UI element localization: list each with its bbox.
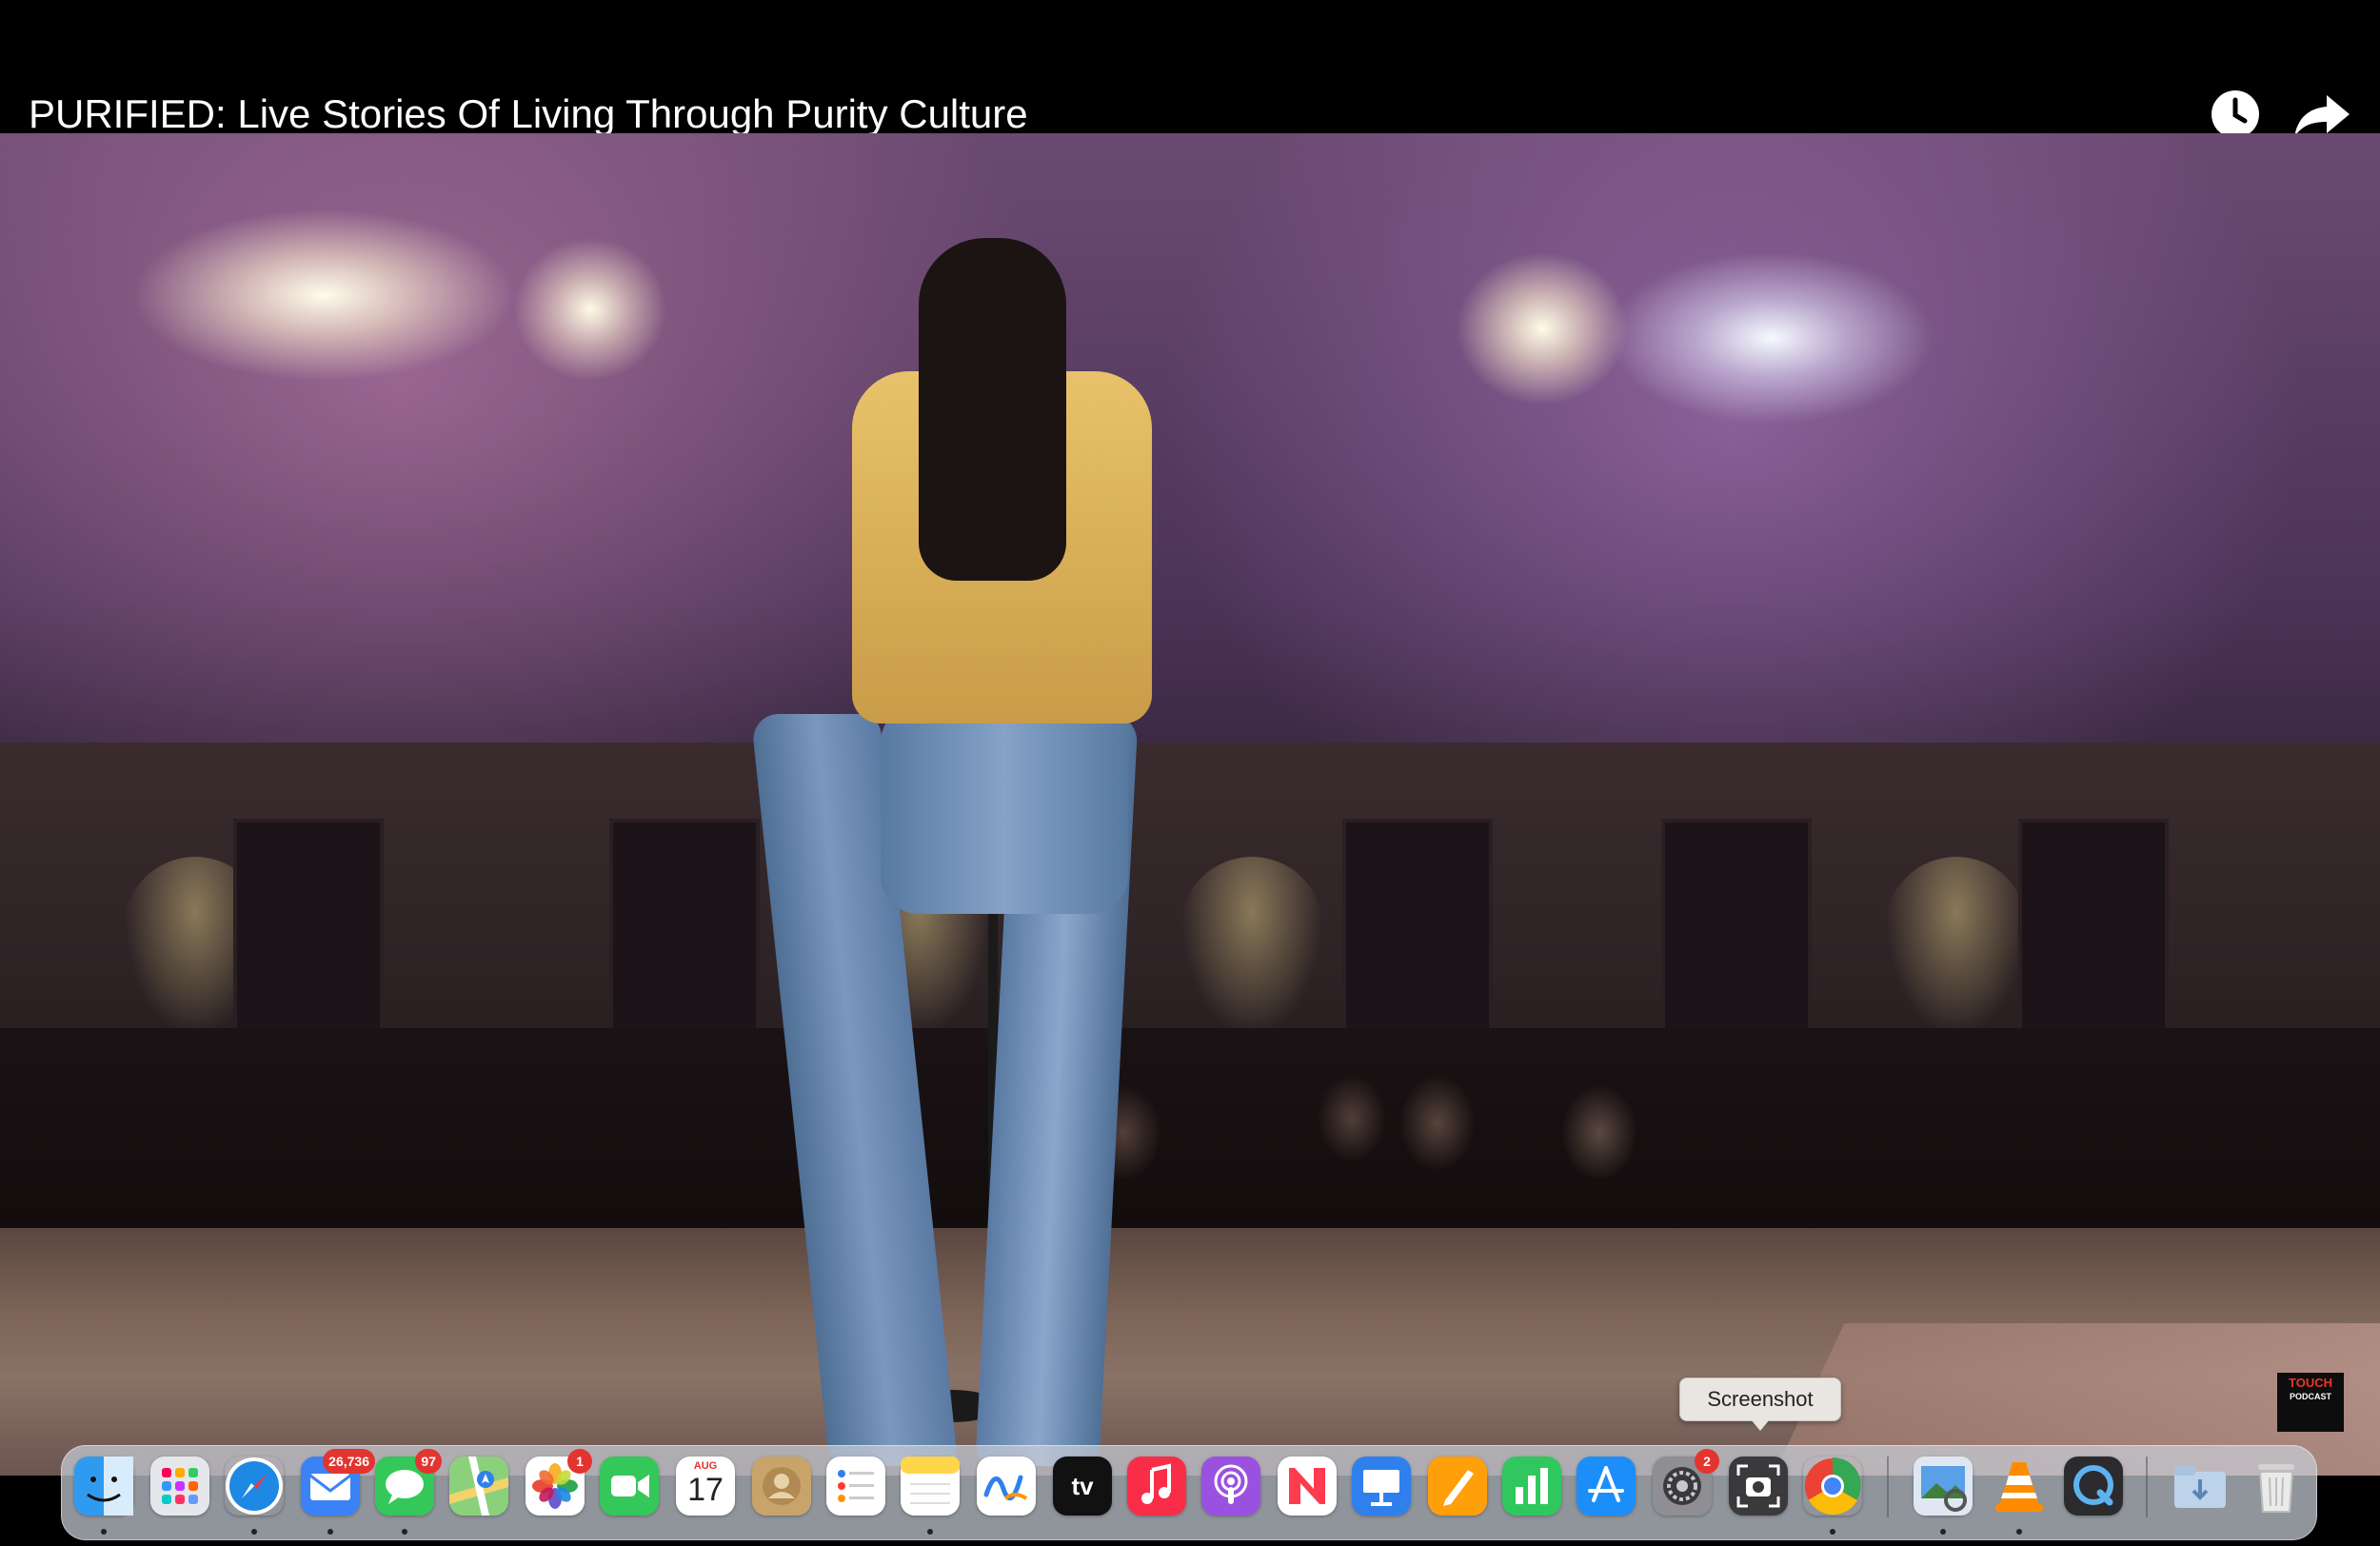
mail-badge: 26,736 <box>323 1449 375 1474</box>
screenshot-icon[interactable] <box>1729 1457 1788 1516</box>
maps-icon[interactable] <box>449 1457 508 1516</box>
apple-tv-icon[interactable]: tv <box>1053 1457 1112 1516</box>
pages-icon[interactable] <box>1428 1457 1487 1516</box>
tv-label: tv <box>1071 1471 1094 1500</box>
logo-line: TOUCH <box>2289 1376 2332 1390</box>
safari-icon[interactable] <box>225 1457 284 1516</box>
app-store-icon[interactable] <box>1577 1457 1636 1516</box>
facetime-icon[interactable] <box>600 1457 659 1516</box>
contacts-icon[interactable] <box>752 1457 811 1516</box>
wall-window <box>609 819 760 1045</box>
audience <box>0 1028 2380 1257</box>
news-icon[interactable] <box>1278 1457 1337 1516</box>
running-indicator <box>927 1529 933 1535</box>
wall-window <box>233 819 384 1045</box>
settings-badge: 2 <box>1695 1449 1719 1474</box>
notes-icon[interactable] <box>901 1457 960 1516</box>
quicktime-icon[interactable] <box>2064 1457 2123 1516</box>
share-arrow-icon[interactable] <box>2292 91 2351 139</box>
keynote-icon[interactable] <box>1352 1457 1411 1516</box>
reminders-icon[interactable] <box>826 1457 885 1516</box>
vlc-cone-icon[interactable] <box>1990 1457 2049 1516</box>
performer-hair <box>919 238 1066 581</box>
wall-arch <box>1180 857 1323 1038</box>
channel-logo: TOUCH PODCAST <box>2277 1373 2344 1432</box>
video-title-bar: PURIFIED: Live Stories Of Living Through… <box>0 0 2380 138</box>
logo-line: PODCAST <box>2289 1392 2331 1401</box>
running-indicator <box>402 1529 407 1535</box>
music-icon[interactable] <box>1127 1457 1186 1516</box>
performer-jeans <box>881 704 1128 914</box>
calendar-icon[interactable]: AUG 17 <box>676 1457 735 1516</box>
launchpad-icon[interactable] <box>150 1457 209 1516</box>
finder-icon[interactable] <box>74 1457 133 1516</box>
running-indicator <box>101 1529 107 1535</box>
video-player[interactable]: TOUCH PODCAST <box>0 133 2380 1476</box>
running-indicator <box>1830 1529 1835 1535</box>
dock-divider <box>2146 1457 2148 1517</box>
downloads-folder-icon[interactable] <box>2171 1457 2230 1516</box>
wall-window <box>1661 819 1812 1045</box>
numbers-icon[interactable] <box>1502 1457 1561 1516</box>
mail-icon[interactable]: 26,736 <box>301 1449 375 1516</box>
messages-icon[interactable]: 97 <box>375 1449 442 1516</box>
dock-tooltip: Screenshot <box>1679 1378 1841 1431</box>
calendar-month: AUG <box>693 1460 718 1472</box>
running-indicator <box>251 1529 257 1535</box>
video-title[interactable]: PURIFIED: Live Stories Of Living Through… <box>29 90 1028 138</box>
trash-icon[interactable] <box>2247 1457 2306 1516</box>
podcasts-icon[interactable] <box>1201 1457 1260 1516</box>
dock-divider <box>1887 1457 1889 1517</box>
preview-icon[interactable] <box>1914 1457 1973 1516</box>
photos-icon[interactable]: 1 <box>526 1449 592 1516</box>
running-indicator <box>327 1529 333 1535</box>
wall-window <box>1342 819 1493 1045</box>
freeform-icon[interactable] <box>977 1457 1036 1516</box>
running-indicator <box>2016 1529 2022 1535</box>
messages-badge: 97 <box>415 1449 442 1474</box>
calendar-day: 17 <box>687 1472 724 1508</box>
running-indicator <box>1940 1529 1946 1535</box>
wall-arch <box>1885 857 2028 1038</box>
photos-badge: 1 <box>567 1449 592 1474</box>
wall-window <box>2018 819 2169 1045</box>
settings-gear-icon[interactable]: 2 <box>1653 1449 1719 1516</box>
chrome-icon[interactable] <box>1803 1457 1862 1516</box>
